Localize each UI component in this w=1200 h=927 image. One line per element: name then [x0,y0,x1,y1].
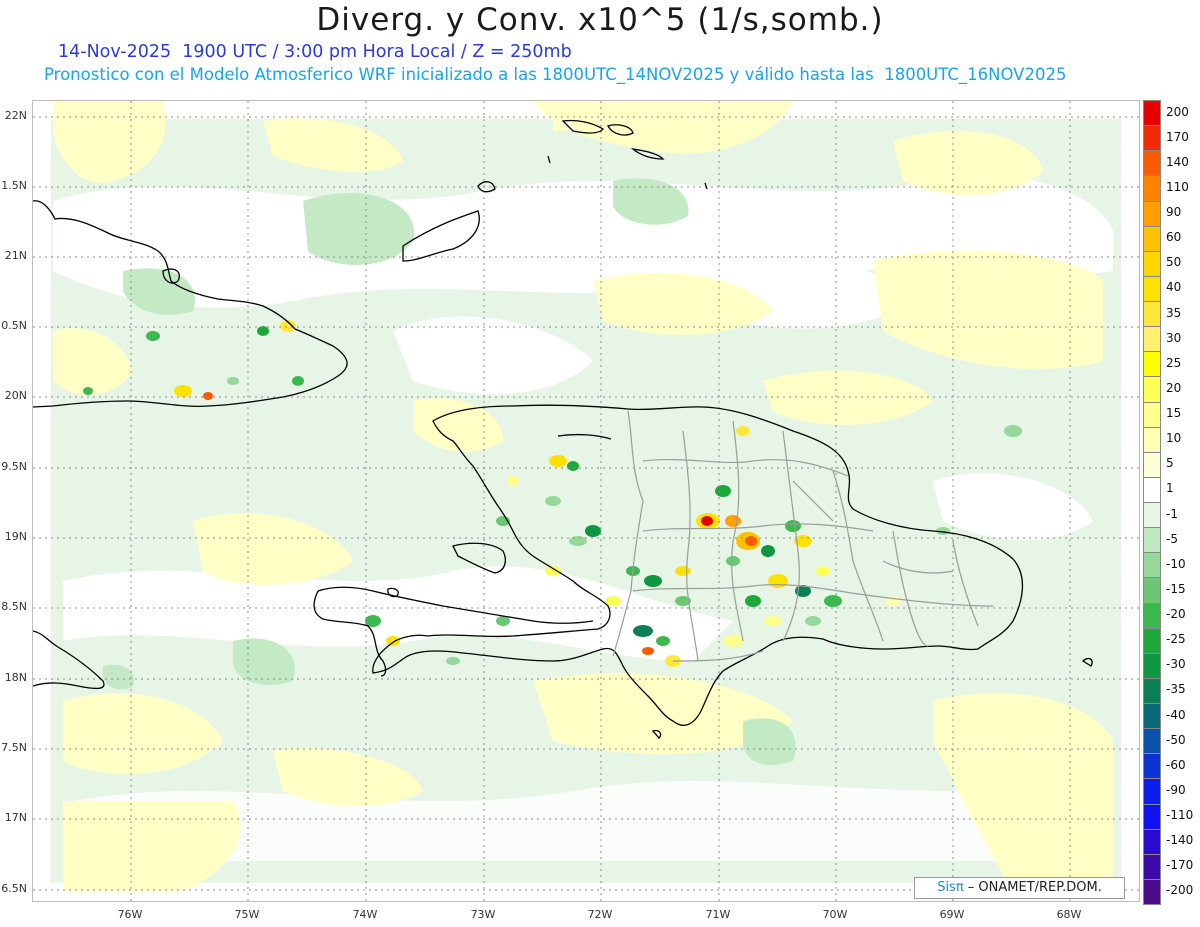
colorbar-swatch [1143,677,1161,703]
colorbar-swatch [1143,175,1161,201]
chart-title: Diverg. y Conv. x10^5 (1/s,somb.) [316,2,884,38]
colorbar-swatch [1143,878,1161,905]
colorbar-swatch [1143,351,1161,377]
lon-label: 74W [352,908,378,921]
lon-label: 70W [822,908,848,921]
colorbar-label: 10 [1166,431,1182,446]
colorbar-label: -25 [1166,632,1186,647]
colorbar-label: -1 [1166,506,1178,521]
colorbar-swatch [1143,728,1161,754]
map-svg [33,101,1139,901]
colorbar-swatch [1143,150,1161,176]
lon-label: 75W [234,908,260,921]
colorbar-label: -110 [1166,808,1194,823]
colorbar-swatch [1143,803,1161,829]
lon-label: 72W [587,908,613,921]
colorbar-label: 110 [1166,179,1189,194]
colorbar-swatch [1143,778,1161,804]
lon-label: 73W [470,908,496,921]
lat-label: 9.5N [1,460,27,473]
colorbar-label: -35 [1166,682,1186,697]
lat-label: 8.5N [1,600,27,613]
colorbar-label: -15 [1166,581,1186,596]
datetime-subtitle: 14-Nov-2025 1900 UTC / 3:00 pm Hora Loca… [58,42,572,62]
lat-label: 21N [4,249,27,262]
lon-label: 69W [939,908,965,921]
colorbar-swatch [1143,753,1161,779]
lat-label: 20N [4,389,27,402]
colorbar-label: -200 [1166,883,1194,898]
colorbar-label: -5 [1166,531,1178,546]
colorbar-label: 30 [1166,330,1182,345]
lat-label: 18N [4,671,27,684]
colorbar-swatch [1143,125,1161,151]
colorbar-label: -40 [1166,707,1186,722]
colorbar-label: 35 [1166,305,1182,320]
colorbar-swatch [1143,627,1161,653]
lat-label: 19N [4,530,27,543]
lat-label: 7.5N [1,741,27,754]
lon-label: 71W [705,908,731,921]
credit-text: – ONAMET/REP.DOM. [963,880,1102,895]
colorbar-label: 5 [1166,456,1174,471]
colorbar-label: -140 [1166,833,1194,848]
model-subtitle: Pronostico con el Modelo Atmosferico WRF… [44,65,1067,84]
colorbar-swatch [1143,703,1161,729]
colorbar-swatch [1143,552,1161,578]
colorbar-swatch [1143,301,1161,327]
colorbar-swatch [1143,652,1161,678]
colorbar-label: -50 [1166,732,1186,747]
colorbar-swatch [1143,602,1161,628]
colorbar-swatch [1143,225,1161,251]
colorbar-label: -170 [1166,858,1194,873]
colorbar-label: 20 [1166,380,1182,395]
colorbar-swatch [1143,376,1161,402]
colorbar-label: -60 [1166,757,1186,772]
colorbar-label: 200 [1166,104,1189,119]
colorbar-swatch [1143,577,1161,603]
map-panel [32,100,1140,902]
colorbar-swatch [1143,476,1161,502]
colorbar-label: 40 [1166,280,1182,295]
colorbar-label: -20 [1166,607,1186,622]
colorbar-label: 50 [1166,255,1182,270]
colorbar-label: 25 [1166,355,1182,370]
colorbar-label: 60 [1166,230,1182,245]
colorbar-label: -30 [1166,657,1186,672]
colorbar-swatch [1143,326,1161,352]
colorbar-swatch [1143,451,1161,477]
lat-label: 22N [4,109,27,122]
lat-label: 0.5N [1,319,27,332]
lat-label: 1.5N [1,179,27,192]
colorbar-label: -10 [1166,556,1186,571]
colorbar-label: 90 [1166,205,1182,220]
colorbar-swatch [1143,502,1161,528]
colorbar-swatch [1143,200,1161,226]
colorbar-swatch [1143,250,1161,276]
colorbar-swatch [1143,401,1161,427]
lon-label: 68W [1056,908,1082,921]
colorbar-swatch [1143,828,1161,854]
colorbar-label: 170 [1166,129,1189,144]
lat-label: 6.5N [1,882,27,895]
lon-label: 76W [117,908,143,921]
colorbar-swatch [1143,426,1161,452]
credit-box: Sisπ – ONAMET/REP.DOM. [914,877,1125,899]
lat-label: 17N [4,811,27,824]
colorbar-label: -90 [1166,782,1186,797]
colorbar-label: 1 [1166,481,1174,496]
colorbar-swatch [1143,275,1161,301]
colorbar-swatch [1143,527,1161,553]
colorbar [1143,100,1161,905]
colorbar-swatch [1143,853,1161,879]
sispi-logo: Sisπ [937,880,964,895]
colorbar-swatch [1143,100,1161,126]
colorbar-label: 140 [1166,154,1189,169]
colorbar-label: 15 [1166,406,1182,421]
